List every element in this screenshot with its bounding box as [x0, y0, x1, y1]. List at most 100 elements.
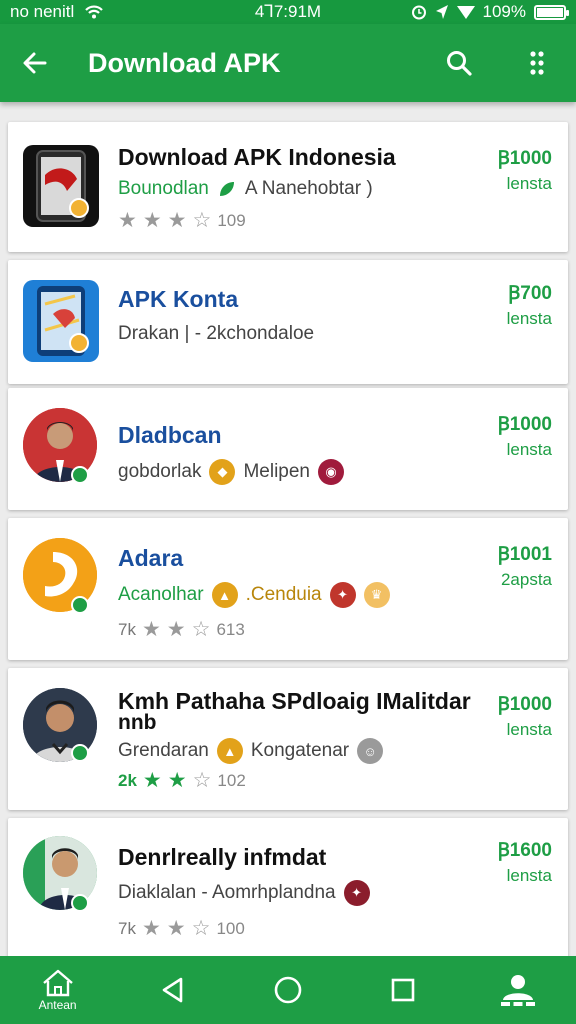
- home-circle-icon: [274, 976, 302, 1004]
- medal-icon: ◆: [209, 459, 236, 485]
- verified-badge: [71, 744, 89, 762]
- nav-recents-button[interactable]: [363, 956, 443, 1024]
- list-item[interactable]: Adara Acanolhar ▲ .Cenduia ✦ ♛ 7k ★ ★ ☆ …: [8, 518, 568, 660]
- star-outline-icon: ☆: [191, 618, 211, 641]
- app-price-label: 2apsta: [500, 570, 552, 589]
- app-name-line2: nnb: [118, 711, 157, 734]
- rating-prefix: 7k: [118, 619, 136, 639]
- app-subtitle-text-2: Melipen: [243, 461, 310, 482]
- record-icon: ◉: [318, 459, 344, 485]
- app-subtitle: Grendaran ▲ Kongatenar ☺: [118, 738, 384, 764]
- home-tab-label: Antean: [38, 997, 77, 1012]
- app-name: Adara: [118, 545, 184, 571]
- star-icon: ★: [141, 618, 161, 641]
- app-rating: 7k ★ ★ ☆ 613: [118, 619, 245, 640]
- home-tab-button[interactable]: Antean: [18, 956, 98, 1024]
- more-options-button[interactable]: [498, 24, 576, 102]
- battery-icon: [534, 4, 569, 20]
- app-subtitle-green: Acanolhar: [118, 584, 204, 605]
- app-subtitle: gobdorlak ◆ Melipen ◉: [118, 459, 344, 485]
- leaf-icon: [219, 182, 234, 196]
- badge-icon: ✦: [329, 582, 356, 608]
- app-price: Ꞵ700: [508, 283, 552, 304]
- star-icon: ★: [118, 209, 137, 232]
- app-price-label: lensta: [506, 309, 552, 328]
- rating-prefix: 7k: [118, 918, 136, 938]
- app-bar: Download APK: [0, 24, 576, 102]
- badge-icon: ✦: [343, 880, 370, 906]
- trophy-icon: ♛: [363, 582, 390, 608]
- phone-app-icon: [36, 150, 89, 222]
- search-icon: [447, 51, 472, 76]
- list-item[interactable]: Kmh Pathaha SPdloaig IMalitdar nnb Grend…: [8, 668, 568, 810]
- app-name: Denrlreally infmdat: [118, 844, 327, 870]
- list-item[interactable]: APK Konta Drakan | - 2kchondaloe Ꞵ700 le…: [8, 260, 568, 384]
- app-price: Ꞵ1000: [497, 414, 552, 435]
- carrier-text: no nenitl: [10, 2, 75, 21]
- star-icon: ★: [167, 769, 187, 792]
- app-subtitle: Drakan | - 2kchondaloe: [118, 323, 314, 345]
- app-subtitle-text-2: .Cenduia: [245, 584, 322, 605]
- app-rating: ★ ★ ★ ☆ 109: [118, 210, 246, 231]
- account-icon: [501, 975, 536, 1006]
- verified-badge: [71, 596, 89, 614]
- battery-percent: 109%: [482, 2, 526, 21]
- app-price: Ꞵ1000: [497, 694, 552, 715]
- star-icon: ★: [166, 917, 186, 940]
- app-name: Download APK Indonesia: [118, 144, 396, 170]
- medal-icon: ▲: [216, 738, 243, 764]
- app-rating: 7k ★ ★ ☆ 100: [118, 918, 245, 939]
- app-subtitle: Diaklalan - Aomrhplandna ✦: [118, 880, 370, 906]
- star-outline-icon: ☆: [191, 917, 211, 940]
- star-outline-icon: ☆: [192, 209, 212, 232]
- app-subtitle-text-2: Kongatenar: [250, 740, 350, 761]
- star-icon: ★: [142, 769, 162, 792]
- rating-count: 613: [216, 619, 245, 639]
- app-bar-actions: [420, 24, 576, 102]
- verified-badge: [71, 894, 89, 912]
- app-subtitle: Bounodlan A Nanehobtar ): [118, 178, 373, 200]
- list-item[interactable]: Download APK Indonesia Bounodlan A Naneh…: [8, 122, 568, 252]
- star-icon: ★: [167, 209, 187, 232]
- account-button[interactable]: [478, 956, 558, 1024]
- battery-fill: [537, 7, 563, 17]
- app-list[interactable]: Download APK Indonesia Bounodlan A Naneh…: [0, 120, 576, 956]
- list-item[interactable]: Denrlreally infmdat Diaklalan - Aomrhpla…: [8, 818, 568, 956]
- search-button[interactable]: [420, 24, 498, 102]
- face-icon: ☺: [357, 738, 384, 764]
- app-subtitle-text: gobdorlak: [118, 461, 202, 482]
- app-price-label: lensta: [506, 720, 552, 739]
- system-nav-bar: Antean: [0, 956, 576, 1024]
- home-icon: [42, 969, 73, 996]
- star-icon: ★: [141, 917, 161, 940]
- app-subtitle-text: Diaklalan - Aomrhplandna: [118, 882, 336, 903]
- phone-map-icon: [37, 286, 89, 356]
- wifi-icon: [85, 5, 104, 19]
- app-name: Dladbcan: [118, 422, 222, 448]
- app-price: Ꞵ1000: [497, 148, 552, 169]
- rating-count: 102: [217, 770, 246, 790]
- star-icon: ★: [142, 209, 162, 232]
- recents-square-icon: [391, 978, 415, 1002]
- back-triangle-icon: [162, 977, 183, 1003]
- alarm-icon: [411, 5, 426, 20]
- app-name: APK Konta: [118, 286, 239, 312]
- back-arrow-icon: [23, 52, 47, 74]
- nav-back-button[interactable]: [133, 956, 213, 1024]
- app-price-label: lensta: [506, 440, 552, 459]
- back-button[interactable]: [0, 24, 70, 102]
- app-subtitle-green: Bounodlan: [118, 178, 209, 199]
- nav-home-button[interactable]: [248, 956, 328, 1024]
- more-vert-icon: [530, 51, 544, 75]
- carrier-group: no nenitl: [10, 2, 104, 22]
- list-item[interactable]: Dladbcan gobdorlak ◆ Melipen ◉ Ꞵ1000 len…: [8, 388, 568, 510]
- medal-icon: ▲: [211, 582, 238, 608]
- star-outline-icon: ☆: [192, 769, 212, 792]
- app-price-label: lensta: [506, 866, 552, 885]
- app-subtitle-text: Grendaran: [118, 740, 209, 761]
- page-title: Download APK: [88, 47, 281, 78]
- app-subtitle-text: Drakan | - 2kchondaloe: [118, 323, 315, 344]
- app-subtitle-text: A Nanehobtar ): [244, 178, 373, 199]
- verified-badge: [71, 466, 89, 484]
- rating-count: 109: [217, 210, 246, 230]
